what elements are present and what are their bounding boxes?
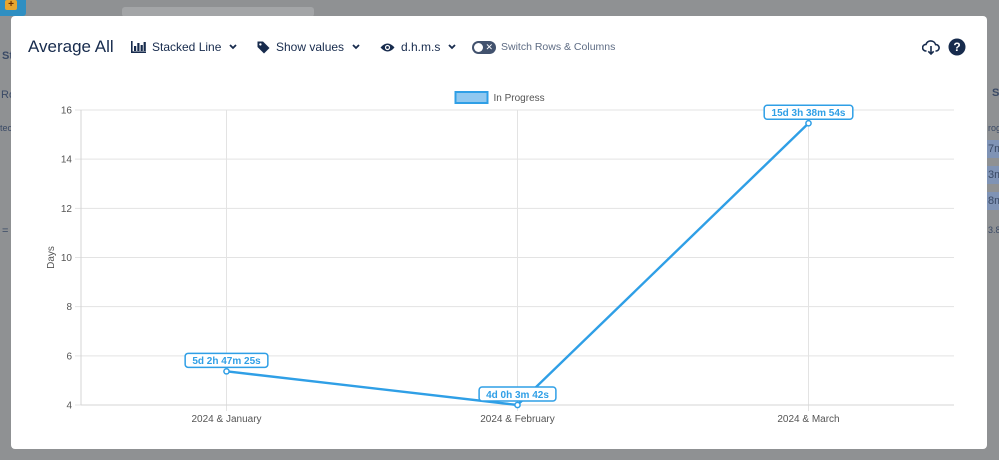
data-label: 15d 3h 38m 54s (772, 108, 846, 119)
y-tick-label: 8 (66, 302, 72, 313)
data-point (514, 401, 521, 409)
bg-text: S (992, 87, 999, 99)
x-tick-label: 2024 & March (777, 414, 839, 425)
y-tick-label: 4 (66, 401, 72, 412)
data-label: 5d 2h 47m 25s (192, 356, 261, 367)
bg-text: 3m (988, 169, 999, 181)
data-label: 4d 0h 3m 42s (486, 390, 549, 401)
chart-modal: Average All Stacked Line Show values d.h… (11, 16, 987, 449)
bg-text: rog (988, 123, 999, 133)
y-tick-label: 12 (61, 204, 73, 215)
legend-label: In Progress (494, 93, 545, 104)
line-chart: 4 6 8 10 12 14 16 2024 & January 2024 & February… (46, 91, 954, 425)
y-axis-title: Days (46, 246, 57, 269)
x-tick-label: 2024 & February (480, 414, 555, 425)
data-point (805, 119, 812, 127)
y-tick-label: 16 (61, 106, 73, 117)
bg-text: 3.8 (988, 225, 999, 235)
y-tick-label: 10 (61, 253, 73, 264)
x-tick-label: 2024 & January (191, 414, 261, 425)
data-point (223, 367, 230, 375)
y-tick-label: 6 (66, 351, 72, 362)
bg-text: 8m (988, 195, 999, 207)
legend-swatch (454, 91, 489, 104)
y-tick-label: 14 (61, 155, 73, 166)
bg-text: 7m (988, 143, 999, 155)
app-logo: + (0, 0, 26, 16)
bg-text: = (2, 225, 9, 237)
